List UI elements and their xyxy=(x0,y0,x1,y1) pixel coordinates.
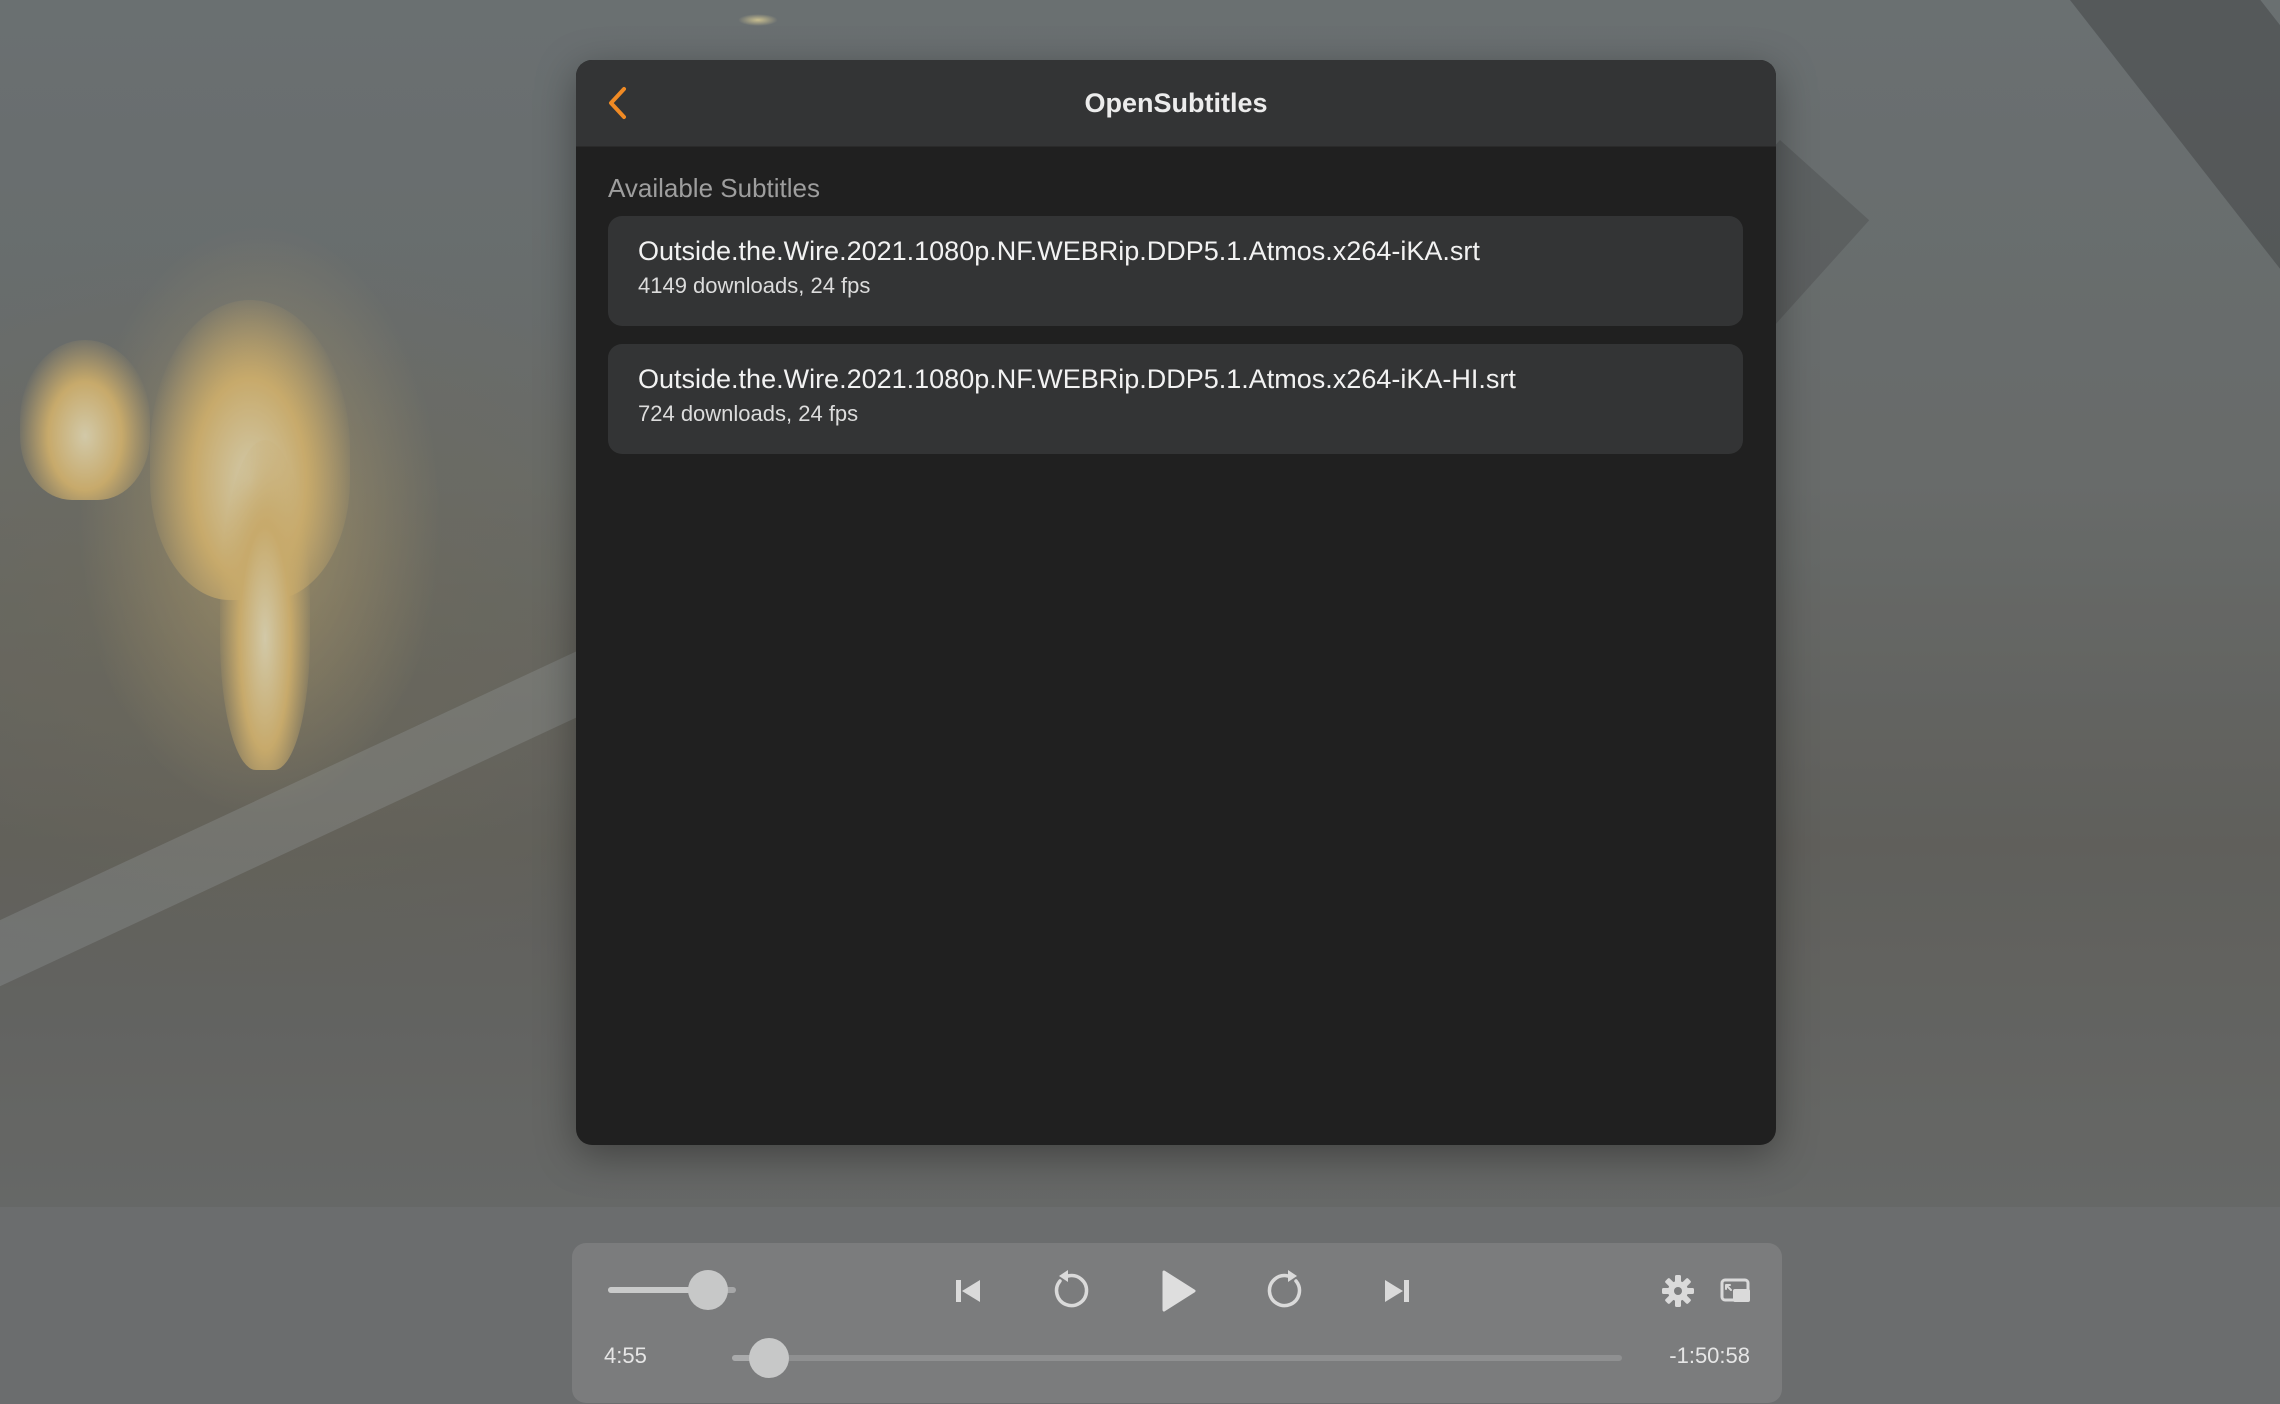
seek-bar[interactable] xyxy=(732,1338,1622,1378)
previous-button[interactable] xyxy=(942,1265,994,1317)
subtitle-meta: 4149 downloads, 24 fps xyxy=(638,273,871,298)
subtitles-panel: OpenSubtitles Available Subtitles Outsid… xyxy=(576,60,1776,1145)
panel-title: OpenSubtitles xyxy=(1084,88,1268,118)
subtitle-list-item[interactable]: Outside.the.Wire.2021.1080p.NF.WEBRip.DD… xyxy=(608,216,1743,326)
skip-back-icon xyxy=(956,1280,980,1302)
gear-icon xyxy=(1662,1275,1694,1307)
subtitle-file-name: Outside.the.Wire.2021.1080p.NF.WEBRip.DD… xyxy=(638,236,1480,266)
volume-knob[interactable] xyxy=(688,1270,728,1310)
seek-knob[interactable] xyxy=(749,1338,789,1378)
time-elapsed: 4:55 xyxy=(604,1343,647,1368)
subtitle-meta: 724 downloads, 24 fps xyxy=(638,401,859,426)
player-control-bar: 4:55 -1:50:58 xyxy=(572,1243,1782,1403)
play-icon xyxy=(1162,1270,1196,1312)
settings-button[interactable] xyxy=(1652,1265,1704,1317)
picture-in-picture-icon xyxy=(1720,1278,1750,1302)
forward-button[interactable] xyxy=(1262,1265,1314,1317)
video-player-window: OpenSubtitles Available Subtitles Outsid… xyxy=(0,0,2280,1404)
picture-in-picture-button[interactable] xyxy=(1710,1265,1762,1317)
forward-icon xyxy=(1267,1270,1302,1308)
subtitle-file-name: Outside.the.Wire.2021.1080p.NF.WEBRip.DD… xyxy=(638,364,1516,394)
subtitle-list-item[interactable]: Outside.the.Wire.2021.1080p.NF.WEBRip.DD… xyxy=(608,344,1743,454)
play-button[interactable] xyxy=(1152,1265,1204,1317)
skip-forward-icon xyxy=(1385,1280,1409,1302)
rewind-icon xyxy=(1054,1270,1089,1308)
time-remaining: -1:50:58 xyxy=(1669,1343,1750,1368)
rewind-button[interactable] xyxy=(1042,1265,1094,1317)
panel-header: OpenSubtitles xyxy=(576,60,1776,147)
section-label: Available Subtitles xyxy=(608,173,820,203)
next-button[interactable] xyxy=(1371,1265,1423,1317)
